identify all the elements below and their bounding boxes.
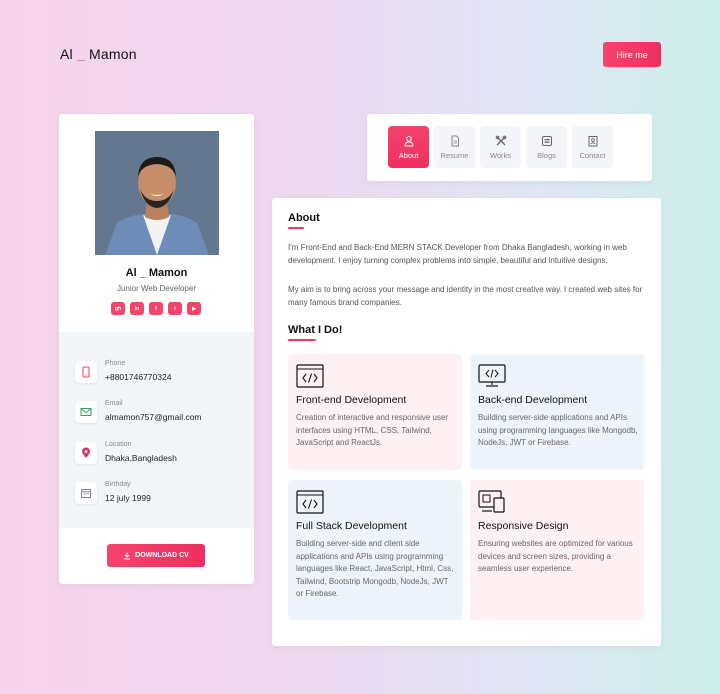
service-description: Creation of interactive and responsive u… <box>296 413 449 447</box>
profile-photo <box>95 131 219 255</box>
monitor-code-icon <box>478 364 506 393</box>
info-row-email: Email almamon757@gmail.com <box>75 398 250 432</box>
info-value: 12 july 1999 <box>105 493 151 503</box>
info-value: +8801746770324 <box>105 372 172 382</box>
service-card: Full Stack Development Building server-s… <box>288 480 462 620</box>
brand-dash: _ <box>76 46 85 62</box>
service-title: Back-end Development <box>478 394 588 406</box>
service-description: Ensuring websites are optimized for vari… <box>478 539 633 573</box>
contact-icon <box>588 135 597 146</box>
nav-tabs: About Resume Works Blogs Contact <box>388 126 613 168</box>
user-icon <box>403 135 414 146</box>
location-icon <box>75 442 97 464</box>
linkedin-icon[interactable]: in <box>130 302 144 315</box>
info-value[interactable]: almamon757@gmail.com <box>105 412 202 422</box>
what-i-do-underline <box>288 339 316 341</box>
phone-icon <box>75 361 97 383</box>
hire-me-button[interactable]: Hire me <box>603 42 661 67</box>
about-paragraph-2: My aim is to bring across your message a… <box>288 285 643 307</box>
blog-icon <box>541 135 552 146</box>
service-title: Responsive Design <box>478 520 569 532</box>
info-label: Phone <box>105 360 126 367</box>
tab-about[interactable]: About <box>388 126 429 168</box>
tab-works[interactable]: Works <box>480 126 521 168</box>
download-cv-button[interactable]: DOWNLOAD CV <box>107 544 205 567</box>
info-label: Email <box>105 400 123 407</box>
brand-logo[interactable]: Al _ Mamon <box>60 46 137 62</box>
info-row-phone: Phone +8801746770324 <box>75 358 250 392</box>
service-card: Responsive Design Ensuring websites are … <box>470 480 644 620</box>
devices-icon <box>478 490 506 519</box>
about-heading: About <box>288 212 320 224</box>
profile-card: Al _ Mamon Junior Web Developer gh in f … <box>59 114 254 584</box>
info-row-birthday: Birthday 12 july 1999 <box>75 479 250 513</box>
service-description: Building server-side and client side app… <box>296 539 454 598</box>
facebook-icon[interactable]: f <box>149 302 163 315</box>
download-icon <box>124 552 131 559</box>
tools-icon <box>495 135 506 145</box>
info-row-location: Location Dhaka,Bangladesh <box>75 439 250 473</box>
tab-label: About <box>398 150 419 160</box>
tab-label: Works <box>489 150 512 160</box>
twitter-icon[interactable]: t <box>168 302 182 315</box>
tab-blogs[interactable]: Blogs <box>526 126 567 168</box>
tab-label: Resume <box>440 150 469 160</box>
youtube-icon[interactable]: ▶ <box>187 302 201 315</box>
code-icon <box>296 364 324 393</box>
calendar-icon <box>75 482 97 504</box>
what-i-do-heading: What I Do! <box>288 324 343 336</box>
about-heading-underline <box>288 227 304 229</box>
github-icon[interactable]: gh <box>111 302 125 315</box>
code-icon <box>296 490 324 519</box>
brand-first: Al <box>60 46 73 62</box>
service-title: Full Stack Development <box>296 520 407 532</box>
about-section: About I'm Front-End and Back-End MERN ST… <box>272 198 661 646</box>
nav-card: About Resume Works Blogs Contact <box>367 114 652 181</box>
info-value: Dhaka,Bangladesh <box>105 453 177 463</box>
info-label: Location <box>105 441 132 448</box>
service-description: Building server-side applications and AP… <box>478 413 638 447</box>
about-paragraph-1: I'm Front-End and Back-End MERN STACK De… <box>288 243 627 265</box>
contact-info-panel: Phone +8801746770324 Email almamon757@gm… <box>59 332 254 528</box>
service-card: Back-end Development Building server-sid… <box>470 354 644 470</box>
tab-label: Contact <box>579 150 606 160</box>
service-card: Front-end Development Creation of intera… <box>288 354 462 470</box>
download-cv-label: DOWNLOAD CV <box>135 552 189 559</box>
profile-name: Al _ Mamon <box>125 267 188 279</box>
tab-resume[interactable]: Resume <box>434 126 475 168</box>
service-title: Front-end Development <box>296 394 407 406</box>
info-label: Birthday <box>105 481 131 488</box>
tab-contact[interactable]: Contact <box>572 126 613 168</box>
brand-last: Mamon <box>89 46 137 62</box>
document-icon <box>451 135 459 146</box>
email-icon <box>75 401 97 423</box>
top-bar: Al _ Mamon Hire me <box>0 0 720 100</box>
profile-title: Junior Web Developer <box>116 284 196 293</box>
social-links: gh in f t ▶ <box>111 302 201 315</box>
tab-label: Blogs <box>537 150 556 160</box>
